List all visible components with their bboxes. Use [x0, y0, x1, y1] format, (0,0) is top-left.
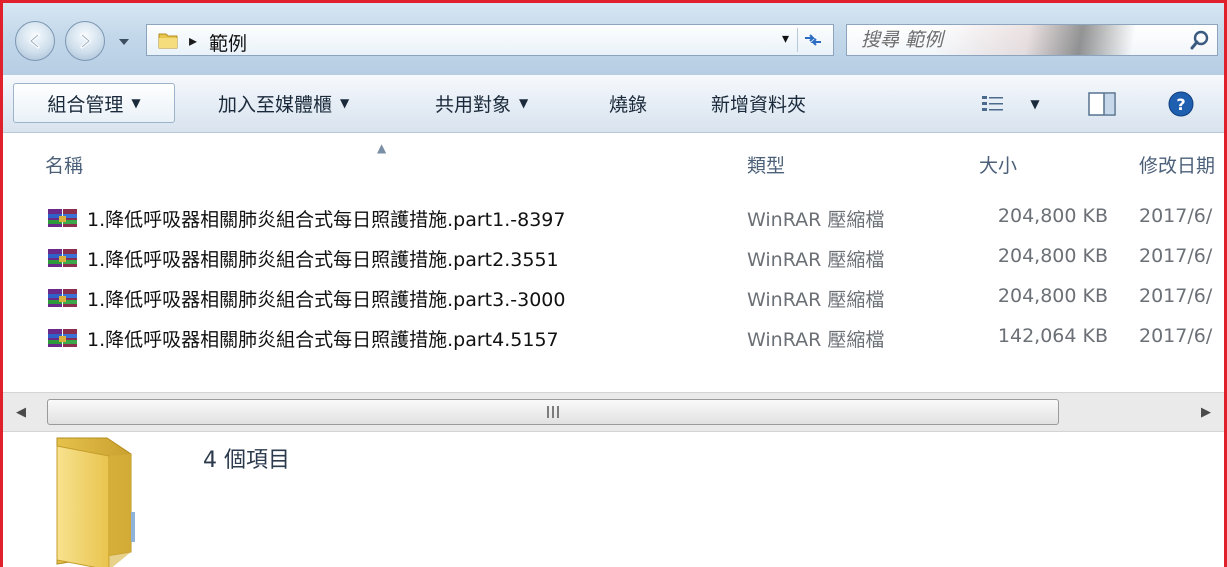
change-view-button[interactable]	[979, 91, 1009, 117]
back-arrow-icon	[28, 33, 40, 49]
chevron-down-icon: ▼	[340, 96, 350, 110]
views-dropdown[interactable]: ▼	[1025, 91, 1045, 117]
winrar-icon	[48, 249, 77, 267]
horizontal-scrollbar[interactable]: ◀ ▶	[3, 392, 1224, 432]
views-icon	[982, 96, 1003, 111]
chevron-down-icon	[119, 39, 129, 45]
organize-label: 組合管理	[47, 93, 124, 116]
address-bar[interactable]: ▸ 範例 ▾	[146, 24, 834, 56]
add-to-library-label: 加入至媒體櫃	[218, 93, 333, 116]
forward-button[interactable]	[65, 21, 105, 61]
folder-icon	[56, 437, 135, 567]
explorer-window: ▸ 範例 ▾ 組合管理 ▼ 加入至媒體櫃 ▼	[0, 0, 1227, 567]
details-pane: 4 個項目	[3, 432, 1224, 567]
scrollbar-thumb[interactable]	[47, 399, 1059, 425]
folder-icon	[158, 33, 178, 49]
grip-icon	[547, 406, 559, 418]
winrar-icon	[48, 209, 77, 227]
share-with-button[interactable]: 共用對象 ▼	[425, 83, 538, 123]
help-button[interactable]: ?	[1166, 91, 1196, 117]
file-date: 2017/6/	[1139, 245, 1213, 267]
back-button[interactable]	[15, 21, 55, 61]
chevron-down-icon: ▼	[519, 96, 529, 110]
command-bar: 組合管理 ▼ 加入至媒體櫃 ▼ 共用對象 ▼ 燒錄 新增資料夾 ▼ ?	[3, 75, 1224, 133]
file-size: 204,800 KB	[997, 205, 1108, 227]
chevron-down-icon: ▼	[131, 96, 141, 110]
refresh-icon	[804, 34, 821, 46]
column-header-name[interactable]: 名稱	[45, 151, 83, 178]
file-type: WinRAR 壓縮檔	[747, 209, 885, 231]
search-box[interactable]	[846, 24, 1218, 56]
scroll-right-button[interactable]: ▶	[1192, 399, 1220, 425]
sort-ascending-icon: ▲	[377, 141, 387, 155]
add-to-library-button[interactable]: 加入至媒體櫃 ▼	[208, 83, 359, 123]
chevron-right-icon: ▶	[1201, 404, 1211, 420]
preview-pane-button[interactable]	[1087, 91, 1117, 117]
navigation-bar: ▸ 範例 ▾	[3, 3, 1224, 75]
breadcrumb-arrow-icon[interactable]: ▸	[189, 31, 197, 50]
winrar-icon	[48, 329, 77, 347]
svg-text:?: ?	[1176, 95, 1185, 114]
burn-label: 燒錄	[609, 93, 648, 116]
search-input[interactable]	[847, 25, 1177, 55]
file-row[interactable]: 1.降低呼吸器相關肺炎組合式每日照護措施.part1.-8397 WinRAR …	[3, 197, 1224, 237]
refresh-button[interactable]	[797, 28, 827, 52]
file-date: 2017/6/	[1139, 205, 1213, 227]
new-folder-label: 新增資料夾	[711, 93, 807, 116]
address-dropdown[interactable]: ▾	[782, 31, 789, 47]
file-row[interactable]: 1.降低呼吸器相關肺炎組合式每日照護措施.part2.3551 WinRAR 壓…	[3, 237, 1224, 277]
file-type: WinRAR 壓縮檔	[747, 329, 885, 351]
file-name: 1.降低呼吸器相關肺炎組合式每日照護措施.part4.5157	[87, 329, 559, 351]
file-size: 204,800 KB	[997, 245, 1108, 267]
file-name: 1.降低呼吸器相關肺炎組合式每日照護措施.part1.-8397	[87, 209, 566, 231]
file-date: 2017/6/	[1139, 325, 1213, 347]
forward-arrow-icon	[80, 33, 92, 49]
file-date: 2017/6/	[1139, 285, 1213, 307]
file-name: 1.降低呼吸器相關肺炎組合式每日照護措施.part3.-3000	[87, 289, 566, 311]
search-icon[interactable]	[1189, 29, 1211, 51]
burn-button[interactable]: 燒錄	[599, 83, 657, 123]
file-row[interactable]: 1.降低呼吸器相關肺炎組合式每日照護措施.part4.5157 WinRAR 壓…	[3, 317, 1224, 357]
winrar-icon	[48, 289, 77, 307]
recent-pages-dropdown[interactable]	[113, 33, 135, 51]
chevron-left-icon: ◀	[16, 404, 26, 420]
file-size: 204,800 KB	[997, 285, 1108, 307]
file-row[interactable]: 1.降低呼吸器相關肺炎組合式每日照護措施.part3.-3000 WinRAR …	[3, 277, 1224, 317]
share-with-label: 共用對象	[435, 93, 512, 116]
column-header-type[interactable]: 類型	[747, 151, 785, 178]
chevron-down-icon: ▼	[1030, 97, 1040, 111]
help-icon: ?	[1168, 91, 1194, 117]
column-header-date-modified[interactable]: 修改日期	[1139, 151, 1215, 178]
column-headers: ▲ 名稱 類型 大小 修改日期	[3, 133, 1224, 189]
column-header-size[interactable]: 大小	[979, 151, 1017, 178]
file-type: WinRAR 壓縮檔	[747, 249, 885, 271]
breadcrumb-current[interactable]: 範例	[209, 29, 247, 56]
preview-pane-icon	[1088, 92, 1116, 116]
file-type: WinRAR 壓縮檔	[747, 289, 885, 311]
new-folder-button[interactable]: 新增資料夾	[701, 83, 816, 123]
file-name: 1.降低呼吸器相關肺炎組合式每日照護措施.part2.3551	[87, 249, 559, 271]
scroll-left-button[interactable]: ◀	[7, 399, 35, 425]
file-size: 142,064 KB	[997, 325, 1108, 347]
organize-button[interactable]: 組合管理 ▼	[13, 83, 175, 123]
item-count: 4 個項目	[203, 448, 290, 473]
